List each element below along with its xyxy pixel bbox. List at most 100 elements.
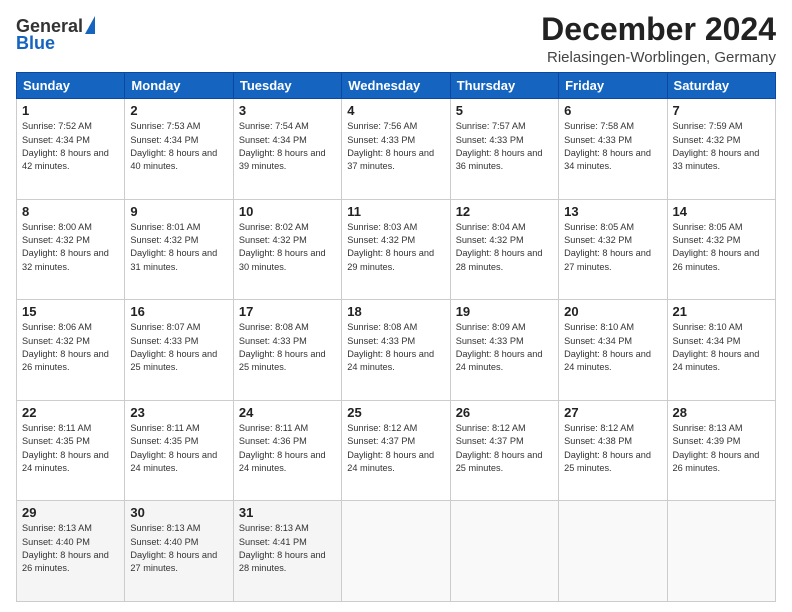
day-number: 10 xyxy=(239,204,336,219)
day-info: Sunrise: 8:12 AM Sunset: 4:37 PM Dayligh… xyxy=(347,422,444,475)
day-info: Sunrise: 8:13 AM Sunset: 4:39 PM Dayligh… xyxy=(673,422,770,475)
logo: General Blue xyxy=(16,16,95,54)
day-info: Sunrise: 8:12 AM Sunset: 4:37 PM Dayligh… xyxy=(456,422,553,475)
calendar-cell: 23 Sunrise: 8:11 AM Sunset: 4:35 PM Dayli… xyxy=(125,400,233,501)
day-number: 9 xyxy=(130,204,227,219)
day-info: Sunrise: 8:08 AM Sunset: 4:33 PM Dayligh… xyxy=(239,321,336,374)
calendar-header-wednesday: Wednesday xyxy=(342,73,450,99)
calendar-cell: 11 Sunrise: 8:03 AM Sunset: 4:32 PM Dayli… xyxy=(342,199,450,300)
calendar-cell: 5 Sunrise: 7:57 AM Sunset: 4:33 PM Daylig… xyxy=(450,99,558,200)
day-number: 23 xyxy=(130,405,227,420)
day-number: 22 xyxy=(22,405,119,420)
calendar-week-row: 15Sunrise: 8:06 AM Sunset: 4:32 PM Dayli… xyxy=(17,300,776,401)
day-info: Sunrise: 7:52 AM Sunset: 4:34 PM Dayligh… xyxy=(22,120,119,173)
day-info: Sunrise: 7:53 AM Sunset: 4:34 PM Dayligh… xyxy=(130,120,227,173)
day-number: 5 xyxy=(456,103,553,118)
day-info: Sunrise: 7:58 AM Sunset: 4:33 PM Dayligh… xyxy=(564,120,661,173)
calendar-cell: 27Sunrise: 8:12 AM Sunset: 4:38 PM Dayli… xyxy=(559,400,667,501)
day-number: 18 xyxy=(347,304,444,319)
day-number: 20 xyxy=(564,304,661,319)
calendar-cell: 12Sunrise: 8:04 AM Sunset: 4:32 PM Dayli… xyxy=(450,199,558,300)
day-info: Sunrise: 8:10 AM Sunset: 4:34 PM Dayligh… xyxy=(673,321,770,374)
calendar-cell: 1 Sunrise: 7:52 AM Sunset: 4:34 PM Daylig… xyxy=(17,99,125,200)
day-info: Sunrise: 8:11 AM Sunset: 4:36 PM Dayligh… xyxy=(239,422,336,475)
day-info: Sunrise: 8:03 AM Sunset: 4:32 PM Dayligh… xyxy=(347,221,444,274)
calendar-cell: 9 Sunrise: 8:01 AM Sunset: 4:32 PM Daylig… xyxy=(125,199,233,300)
day-info: Sunrise: 8:09 AM Sunset: 4:33 PM Dayligh… xyxy=(456,321,553,374)
calendar-header-friday: Friday xyxy=(559,73,667,99)
calendar-cell xyxy=(342,501,450,602)
calendar-cell: 21 Sunrise: 8:10 AM Sunset: 4:34 PM Dayli… xyxy=(667,300,775,401)
day-number: 2 xyxy=(130,103,227,118)
day-info: Sunrise: 8:05 AM Sunset: 4:32 PM Dayligh… xyxy=(564,221,661,274)
calendar-cell: 28Sunrise: 8:13 AM Sunset: 4:39 PM Dayli… xyxy=(667,400,775,501)
calendar-cell: 26Sunrise: 8:12 AM Sunset: 4:37 PM Dayli… xyxy=(450,400,558,501)
day-number: 6 xyxy=(564,103,661,118)
calendar-cell: 20 Sunrise: 8:10 AM Sunset: 4:34 PM Dayli… xyxy=(559,300,667,401)
calendar-cell: 17Sunrise: 8:08 AM Sunset: 4:33 PM Dayli… xyxy=(233,300,341,401)
header: General Blue December 2024 Rielasingen-W… xyxy=(16,12,776,66)
day-info: Sunrise: 8:02 AM Sunset: 4:32 PM Dayligh… xyxy=(239,221,336,274)
calendar-cell: 3 Sunrise: 7:54 AM Sunset: 4:34 PM Daylig… xyxy=(233,99,341,200)
calendar-week-row: 1 Sunrise: 7:52 AM Sunset: 4:34 PM Daylig… xyxy=(17,99,776,200)
calendar-cell: 24 Sunrise: 8:11 AM Sunset: 4:36 PM Dayli… xyxy=(233,400,341,501)
day-info: Sunrise: 8:11 AM Sunset: 4:35 PM Dayligh… xyxy=(130,422,227,475)
calendar-cell: 29 Sunrise: 8:13 AM Sunset: 4:40 PM Dayli… xyxy=(17,501,125,602)
day-info: Sunrise: 8:07 AM Sunset: 4:33 PM Dayligh… xyxy=(130,321,227,374)
day-info: Sunrise: 8:00 AM Sunset: 4:32 PM Dayligh… xyxy=(22,221,119,274)
calendar-header-thursday: Thursday xyxy=(450,73,558,99)
calendar-header-tuesday: Tuesday xyxy=(233,73,341,99)
day-number: 25 xyxy=(347,405,444,420)
calendar-cell: 6 Sunrise: 7:58 AM Sunset: 4:33 PM Daylig… xyxy=(559,99,667,200)
calendar-cell: 14Sunrise: 8:05 AM Sunset: 4:32 PM Dayli… xyxy=(667,199,775,300)
day-info: Sunrise: 8:13 AM Sunset: 4:41 PM Dayligh… xyxy=(239,522,336,575)
day-info: Sunrise: 8:06 AM Sunset: 4:32 PM Dayligh… xyxy=(22,321,119,374)
calendar-cell xyxy=(559,501,667,602)
calendar-week-row: 29 Sunrise: 8:13 AM Sunset: 4:40 PM Dayli… xyxy=(17,501,776,602)
subtitle: Rielasingen-Worblingen, Germany xyxy=(541,49,776,66)
calendar-cell: 7 Sunrise: 7:59 AM Sunset: 4:32 PM Daylig… xyxy=(667,99,775,200)
calendar-cell: 31 Sunrise: 8:13 AM Sunset: 4:41 PM Dayli… xyxy=(233,501,341,602)
logo-triangle-icon xyxy=(85,16,95,34)
day-number: 30 xyxy=(130,505,227,520)
day-number: 1 xyxy=(22,103,119,118)
calendar-header-saturday: Saturday xyxy=(667,73,775,99)
calendar-header-monday: Monday xyxy=(125,73,233,99)
calendar-cell: 4Sunrise: 7:56 AM Sunset: 4:33 PM Daylig… xyxy=(342,99,450,200)
day-number: 7 xyxy=(673,103,770,118)
calendar-cell xyxy=(450,501,558,602)
day-info: Sunrise: 8:05 AM Sunset: 4:32 PM Dayligh… xyxy=(673,221,770,274)
page: General Blue December 2024 Rielasingen-W… xyxy=(0,0,792,612)
calendar-cell: 30 Sunrise: 8:13 AM Sunset: 4:40 PM Dayli… xyxy=(125,501,233,602)
calendar-cell: 25 Sunrise: 8:12 AM Sunset: 4:37 PM Dayli… xyxy=(342,400,450,501)
day-number: 16 xyxy=(130,304,227,319)
calendar-cell: 10 Sunrise: 8:02 AM Sunset: 4:32 PM Dayli… xyxy=(233,199,341,300)
day-info: Sunrise: 8:12 AM Sunset: 4:38 PM Dayligh… xyxy=(564,422,661,475)
day-number: 21 xyxy=(673,304,770,319)
day-info: Sunrise: 8:01 AM Sunset: 4:32 PM Dayligh… xyxy=(130,221,227,274)
calendar-week-row: 22 Sunrise: 8:11 AM Sunset: 4:35 PM Dayli… xyxy=(17,400,776,501)
calendar-table: SundayMondayTuesdayWednesdayThursdayFrid… xyxy=(16,72,776,602)
calendar-header-sunday: Sunday xyxy=(17,73,125,99)
day-info: Sunrise: 8:08 AM Sunset: 4:33 PM Dayligh… xyxy=(347,321,444,374)
day-info: Sunrise: 8:10 AM Sunset: 4:34 PM Dayligh… xyxy=(564,321,661,374)
day-number: 31 xyxy=(239,505,336,520)
day-number: 11 xyxy=(347,204,444,219)
day-info: Sunrise: 7:59 AM Sunset: 4:32 PM Dayligh… xyxy=(673,120,770,173)
day-info: Sunrise: 8:13 AM Sunset: 4:40 PM Dayligh… xyxy=(130,522,227,575)
day-number: 29 xyxy=(22,505,119,520)
calendar-header-row: SundayMondayTuesdayWednesdayThursdayFrid… xyxy=(17,73,776,99)
day-number: 3 xyxy=(239,103,336,118)
day-number: 4 xyxy=(347,103,444,118)
calendar-cell: 15Sunrise: 8:06 AM Sunset: 4:32 PM Dayli… xyxy=(17,300,125,401)
day-info: Sunrise: 8:11 AM Sunset: 4:35 PM Dayligh… xyxy=(22,422,119,475)
day-info: Sunrise: 7:54 AM Sunset: 4:34 PM Dayligh… xyxy=(239,120,336,173)
day-number: 19 xyxy=(456,304,553,319)
day-info: Sunrise: 8:13 AM Sunset: 4:40 PM Dayligh… xyxy=(22,522,119,575)
day-info: Sunrise: 7:57 AM Sunset: 4:33 PM Dayligh… xyxy=(456,120,553,173)
calendar-cell: 13Sunrise: 8:05 AM Sunset: 4:32 PM Dayli… xyxy=(559,199,667,300)
day-info: Sunrise: 8:04 AM Sunset: 4:32 PM Dayligh… xyxy=(456,221,553,274)
day-number: 24 xyxy=(239,405,336,420)
calendar-week-row: 8Sunrise: 8:00 AM Sunset: 4:32 PM Daylig… xyxy=(17,199,776,300)
calendar-cell: 18 Sunrise: 8:08 AM Sunset: 4:33 PM Dayli… xyxy=(342,300,450,401)
